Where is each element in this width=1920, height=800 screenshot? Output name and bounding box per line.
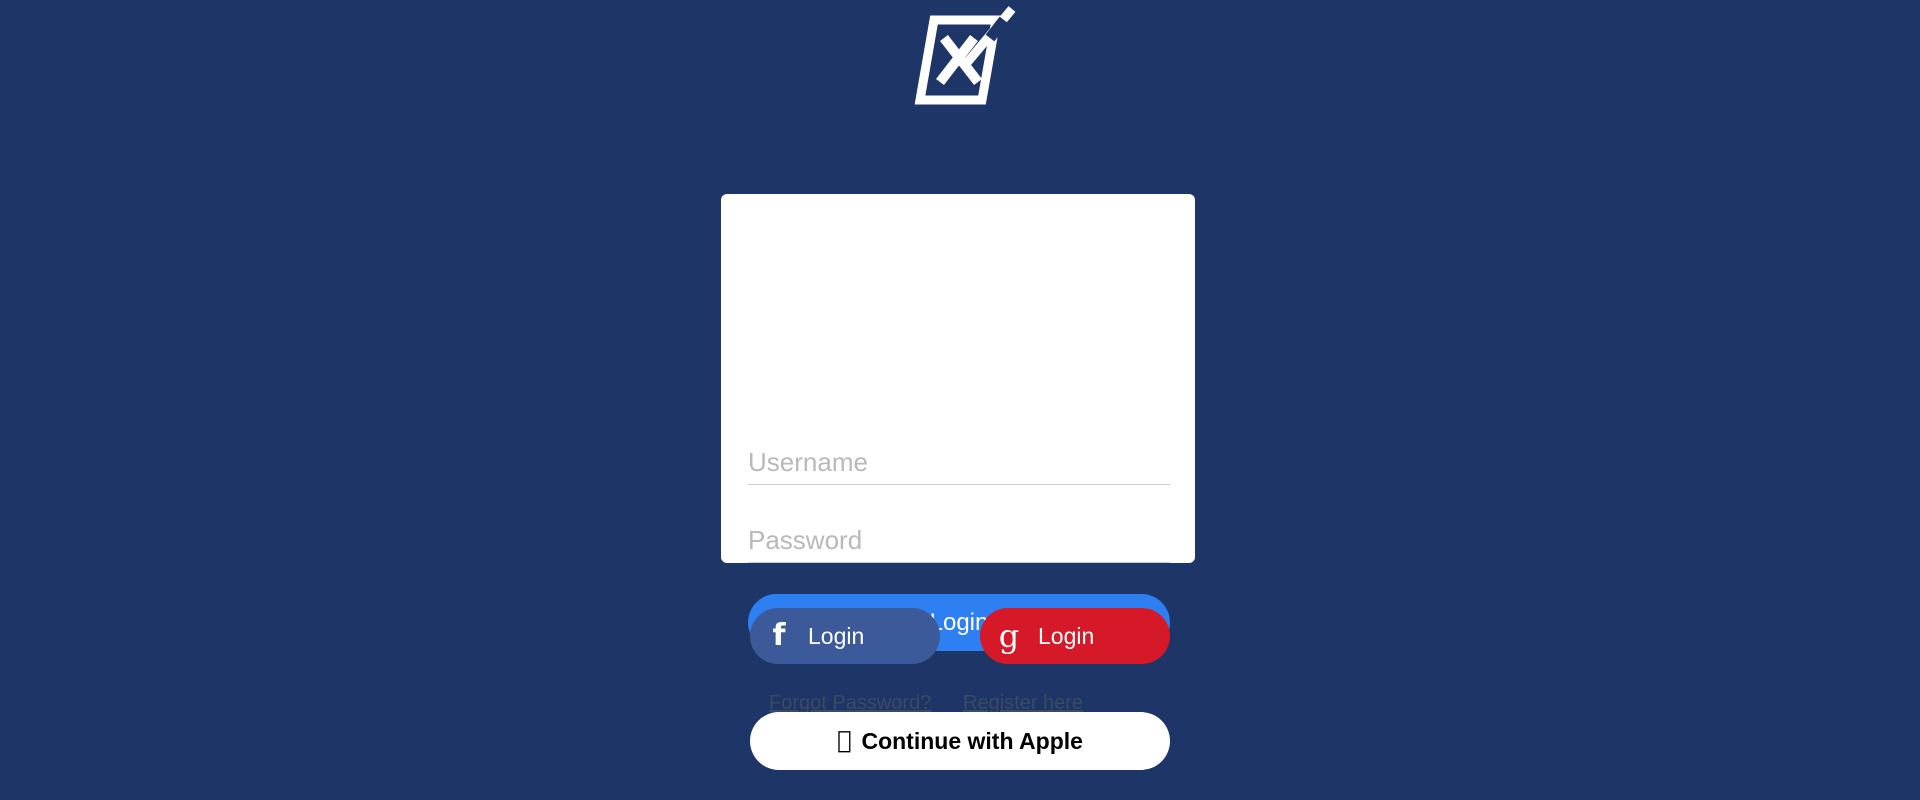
login-card: Login Forgot Password? Register here [721,194,1195,714]
username-field[interactable] [748,440,1170,485]
social-login-row: f Login g Login [0,608,1920,664]
password-input[interactable] [748,518,1170,562]
apple-login-button[interactable]:  Continue with Apple [750,712,1170,770]
apple-login-row:  Continue with Apple [0,712,1920,770]
google-login-label: Login [1038,622,1095,649]
google-login-button[interactable]: g Login [980,608,1170,664]
apple-login-label: Continue with Apple [854,727,1082,754]
facebook-login-button[interactable]: f Login [750,608,940,664]
facebook-login-label: Login [808,622,865,649]
google-g-icon: g [998,617,1020,655]
apple-icon:  [837,728,851,752]
x-checkbox-logo-icon [914,6,1016,105]
facebook-f-icon: f [772,618,786,653]
login-screen: Login Forgot Password? Register here f L… [0,0,1920,800]
password-field[interactable] [748,518,1170,563]
app-logo [0,6,1920,116]
username-input[interactable] [748,440,1170,484]
